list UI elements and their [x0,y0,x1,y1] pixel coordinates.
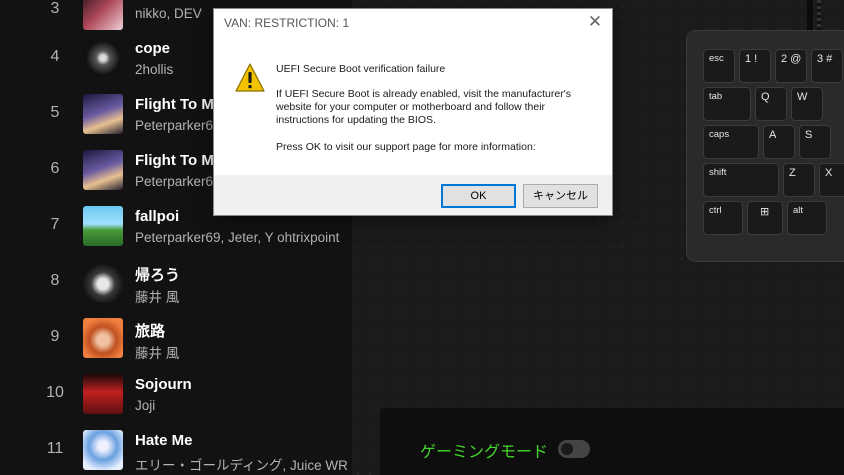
track-row[interactable]: 8 帰ろう 藤井 風 [0,260,352,316]
album-art [83,94,123,134]
toggle-knob [561,443,573,455]
track-number: 9 [50,328,60,345]
track-number: 7 [50,216,60,233]
gaming-mode-label: ゲーミングモード [420,444,549,461]
track-artist: Peterparker69, Jeter, Y ohtrixpoint [135,230,340,245]
track-number: 3 [50,0,60,17]
track-title: 旅路 [135,323,166,340]
track-number: 8 [50,272,60,289]
key-windows[interactable]: ⊞ [747,201,783,235]
error-dialog: VAN: RESTRICTION: 1 ✕ UEFI Secure Boot v… [213,8,613,216]
track-artist: 藤井 風 [135,290,180,305]
keyboard-image: esc 1 ! 2 @ 3 # tab Q W caps A S shift Z… [686,30,844,262]
track-number: 5 [50,104,60,121]
track-title: fallpoi [135,208,180,225]
album-art [83,0,123,30]
track-number: 11 [46,440,64,457]
key-q[interactable]: Q [755,87,787,121]
key-z[interactable]: Z [783,163,815,197]
track-artist: Peterparker6 [135,118,214,133]
key-tab[interactable]: tab [703,87,751,121]
album-art [83,150,123,190]
track-artist: 2hollis [135,62,174,77]
key-shift[interactable]: shift [703,163,779,197]
track-artist: 藤井 風 [135,346,180,361]
key-s[interactable]: S [799,125,831,159]
key-1[interactable]: 1 ! [739,49,771,83]
album-art [83,262,123,302]
gaming-mode-toggle[interactable] [558,440,590,458]
album-art [83,38,123,78]
track-title: Sojourn [135,376,192,393]
track-row[interactable]: 11 Hate Me エリー・ゴールディング, Juice WR [0,428,352,475]
dialog-heading: UEFI Secure Boot verification failure [276,63,446,75]
track-artist: nikko, DEV [135,6,202,21]
track-number: 4 [50,48,60,65]
key-3[interactable]: 3 # [811,49,843,83]
close-icon[interactable]: ✕ [582,11,608,33]
track-artist: エリー・ゴールディング, Juice WR [135,458,348,473]
track-number: 10 [46,384,64,401]
key-ctrl[interactable]: ctrl [703,201,743,235]
album-art [83,206,123,246]
track-title: Flight To M [135,96,214,113]
track-row[interactable]: 9 旅路 藤井 風 [0,316,352,372]
keyboard-cable-braid [817,0,821,30]
track-number: 6 [50,160,60,177]
cancel-button[interactable]: キャンセル [523,184,598,208]
key-x[interactable]: X [819,163,844,197]
dialog-prompt: Press OK to visit our support page for m… [276,141,536,153]
track-artist: Joji [135,398,156,413]
track-title: 帰ろう [135,267,181,284]
key-esc[interactable]: esc [703,49,735,83]
gaming-mode-panel: ゲーミングモード [380,408,844,475]
album-art [83,430,123,470]
key-2[interactable]: 2 @ [775,49,807,83]
dialog-body: If UEFI Secure Boot is already enabled, … [276,88,571,126]
album-art [83,374,123,414]
track-title: Hate Me [135,432,193,449]
key-a[interactable]: A [763,125,795,159]
key-w[interactable]: W [791,87,823,121]
track-title: Flight To M [135,152,214,169]
ok-button[interactable]: OK [441,184,516,208]
album-art [83,318,123,358]
keyboard-cable [807,0,813,34]
key-caps[interactable]: caps [703,125,759,159]
warning-icon [235,63,265,92]
track-row[interactable]: 10 Sojourn Joji [0,372,352,428]
track-artist: Peterparker6 [135,174,214,189]
dialog-footer: OK キャンセル [214,175,612,215]
key-alt[interactable]: alt [787,201,827,235]
track-title: cope [135,40,171,57]
dialog-title: VAN: RESTRICTION: 1 [224,16,350,30]
